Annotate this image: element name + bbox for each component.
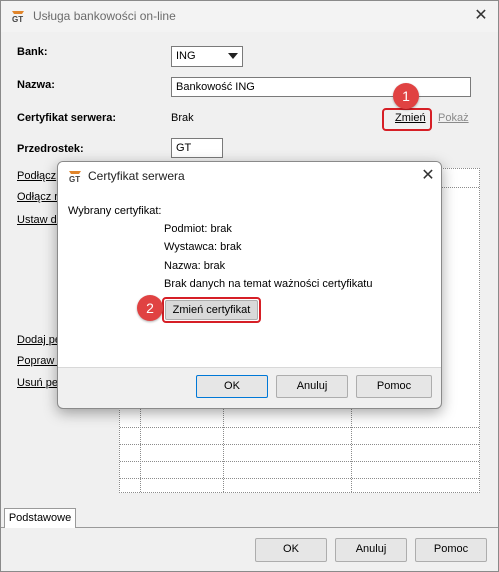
cert-dialog: GT Certyfikat serwera ✕ Wybrany certyfik… — [57, 161, 442, 409]
main-window-title: Usługa bankowości on-line — [33, 9, 176, 23]
side-link-disconnect[interactable]: Odłącz r — [17, 191, 58, 203]
prefix-input[interactable]: GT — [171, 138, 223, 158]
grid-row-line — [120, 444, 479, 445]
change-cert-link[interactable]: Zmień — [395, 112, 426, 124]
cert-subject: Podmiot: brak — [164, 223, 232, 235]
change-cert-button[interactable]: Zmień certyfikat — [165, 300, 258, 320]
step2-badge: 2 — [137, 295, 163, 321]
main-ok-button[interactable]: OK — [255, 538, 327, 562]
dialog-cancel-button[interactable]: Anuluj — [276, 375, 348, 398]
name-label: Nazwa: — [17, 79, 55, 91]
app-logo-icon: GT — [12, 11, 24, 24]
side-link-connect[interactable]: Podłącz — [17, 170, 56, 182]
cert-value: Brak — [171, 112, 194, 124]
svg-text:GT: GT — [12, 15, 23, 24]
bank-label: Bank: — [17, 46, 48, 58]
prefix-label: Przedrostek: — [17, 143, 84, 155]
bank-select[interactable]: ING — [171, 46, 243, 67]
app-logo-icon: GT — [69, 171, 81, 184]
name-input[interactable]: Bankowość ING — [171, 77, 471, 97]
main-help-button[interactable]: Pomoc — [415, 538, 487, 562]
close-icon[interactable]: ✕ — [473, 8, 489, 24]
bank-select-value: ING — [176, 50, 196, 62]
main-cancel-button[interactable]: Anuluj — [335, 538, 407, 562]
main-titlebar: GT Usługa bankowości on-line ✕ — [1, 1, 498, 32]
cert-validity: Brak danych na temat ważności certyfikat… — [164, 278, 373, 290]
tab-basic[interactable]: Podstawowe — [4, 508, 76, 528]
grid-row-line — [120, 461, 479, 462]
dialog-title: Certyfikat serwera — [88, 169, 185, 183]
show-cert-link[interactable]: Pokaż — [438, 112, 469, 124]
side-link-delete[interactable]: Usuń pe — [17, 377, 58, 389]
selected-cert-label: Wybrany certyfikat: — [68, 205, 162, 217]
dialog-body: Wybrany certyfikat: Podmiot: brak Wystaw… — [58, 190, 441, 368]
cert-issuer: Wystawca: brak — [164, 241, 242, 253]
svg-text:GT: GT — [69, 175, 80, 184]
dialog-help-button[interactable]: Pomoc — [356, 375, 432, 398]
chevron-down-icon — [228, 53, 238, 59]
side-link-add[interactable]: Dodaj pe — [17, 334, 61, 346]
side-link-set[interactable]: Ustaw da — [17, 214, 63, 226]
dialog-titlebar: GT Certyfikat serwera ✕ — [58, 162, 441, 190]
cert-name: Nazwa: brak — [164, 260, 226, 272]
step1-badge: 1 — [393, 83, 419, 109]
cert-label: Certyfikat serwera: — [17, 112, 117, 124]
grid-row-line — [120, 427, 479, 428]
dialog-ok-button[interactable]: OK — [196, 375, 268, 398]
close-icon[interactable]: ✕ — [420, 168, 436, 184]
grid-row-line — [120, 478, 479, 479]
